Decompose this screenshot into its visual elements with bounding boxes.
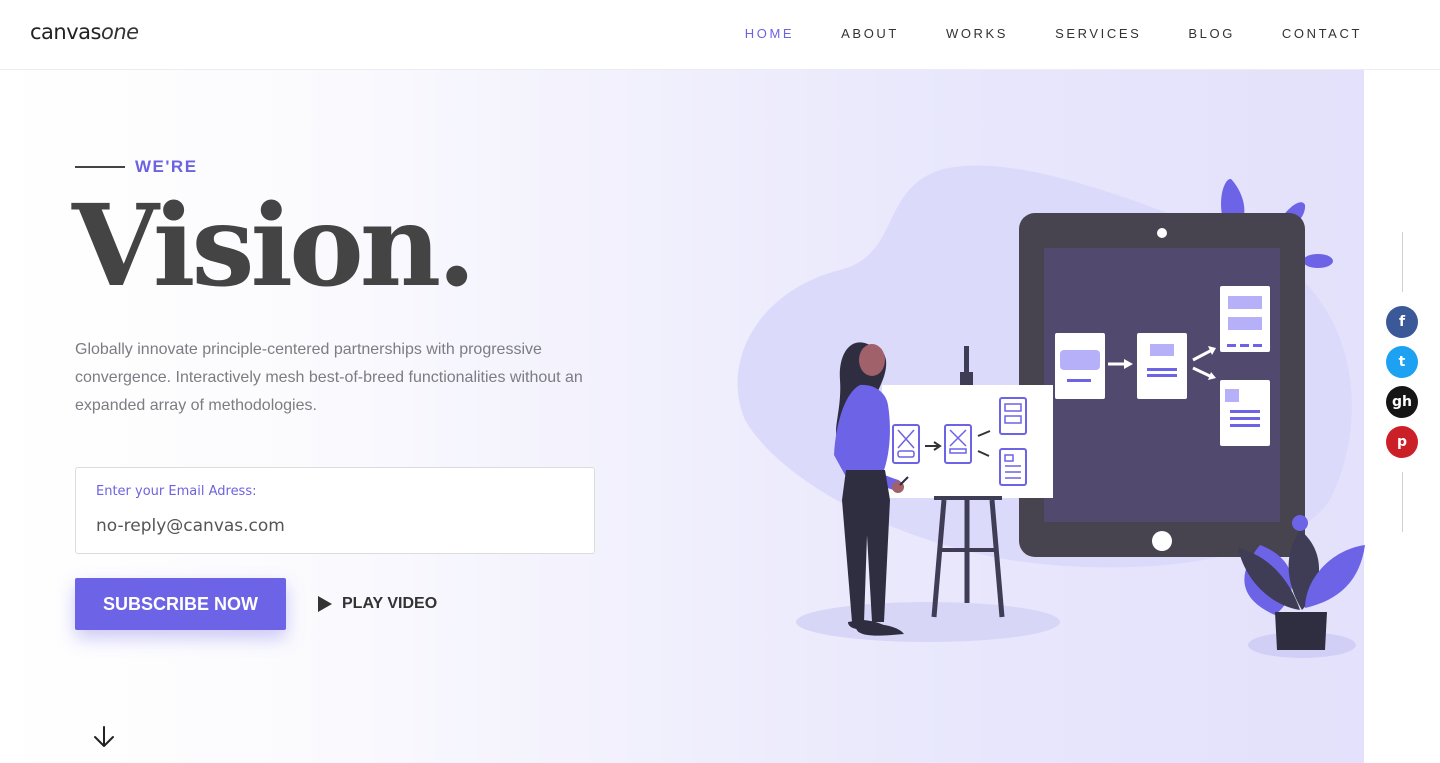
nav-services[interactable]: SERVICES [1055,26,1141,41]
hero-description: Globally innovate principle-centered par… [75,341,583,414]
play-video-button[interactable]: PLAY VIDEO [318,595,437,613]
social-divider-bottom [1401,472,1403,532]
hero-illustration [737,165,1365,658]
page: canvasone HOME ABOUT WORKS SERVICES BLOG… [0,0,1440,763]
logo[interactable]: canvasone [30,20,139,44]
email-input[interactable] [96,512,566,540]
main-nav: HOME ABOUT WORKS SERVICES BLOG CONTACT [745,26,1362,41]
tablet-home-button [1152,531,1172,551]
eyebrow-line [75,166,125,168]
person-legs [842,470,890,622]
logo-italic-text: one [100,20,139,44]
github-icon[interactable]: gh [1386,386,1418,418]
scroll-down-icon[interactable] [92,725,116,749]
play-video-label: PLAY VIDEO [342,595,438,612]
social-bar: f t gh p [1386,232,1418,532]
eyebrow: WE'RE [75,157,198,177]
hero-title: Vision. [72,181,476,312]
subscribe-button[interactable]: SUBSCRIBE NOW [75,578,286,630]
twitter-icon[interactable]: t [1386,346,1418,378]
email-field[interactable]: Enter your Email Adress: [75,467,595,554]
nav-home[interactable]: HOME [745,26,794,41]
nav-blog[interactable]: BLOG [1188,26,1235,41]
person-shadow [796,602,1060,642]
eyebrow-text: WE'RE [135,157,198,176]
nav-about[interactable]: ABOUT [841,26,899,41]
email-label: Enter your Email Adress: [96,484,257,499]
facebook-icon[interactable]: f [1386,306,1418,338]
social-divider-top [1401,232,1403,292]
play-icon [318,596,332,612]
pinterest-icon[interactable]: p [1386,426,1418,458]
tablet-camera [1157,228,1167,238]
plant-pot [1275,612,1327,650]
leaf-back-3 [1303,254,1333,268]
nav-works[interactable]: WORKS [946,26,1008,41]
nav-contact[interactable]: CONTACT [1282,26,1362,41]
site-header: canvasone HOME ABOUT WORKS SERVICES BLOG… [0,0,1440,70]
logo-bold-text: canvas [30,20,101,44]
